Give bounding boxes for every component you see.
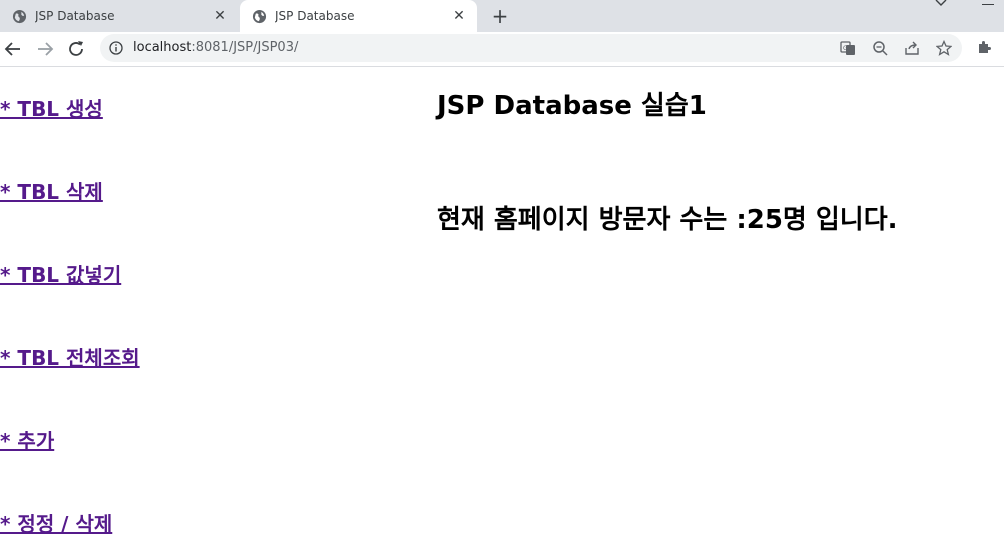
list-item: * 추가 [0,425,54,454]
list-item: * TBL 전체조회 [0,342,140,371]
menu-link-select-all[interactable]: * TBL 전체조회 [0,346,140,370]
minimize-icon[interactable] [982,4,994,5]
menu-link-create-table[interactable]: * TBL 생성 [0,97,103,121]
share-icon[interactable] [904,40,920,56]
list-item: * TBL 생성 [0,93,103,122]
menu-link-edit-delete[interactable]: * 정정 / 삭제 [0,512,112,536]
close-icon[interactable]: ✕ [212,8,228,24]
url-path: :8081/JSP/JSP03/ [191,40,299,55]
menu-link-add[interactable]: * 추가 [0,429,54,453]
tab-bar: JSP Database ✕ JSP Database ✕ + [0,0,1004,32]
page-content: * TBL 생성 * TBL 삭제 * TBL 값넣기 * TBL 전체조회 *… [0,67,1004,550]
url-text: localhost:8081/JSP/JSP03/ [133,40,298,55]
svg-text:G: G [843,45,848,52]
close-icon[interactable]: ✕ [451,8,467,24]
list-item: * TBL 값넣기 [0,259,121,288]
list-item: * TBL 삭제 [0,176,103,205]
globe-icon [12,9,27,23]
chevron-down-icon[interactable] [934,0,948,10]
tab-title: JSP Database [275,9,355,23]
extensions-puzzle-icon[interactable] [976,39,992,55]
forward-arrow-icon[interactable] [34,38,56,60]
visitor-count-text: 현재 홈페이지 방문자 수는 :25명 입니다. [437,205,898,235]
list-item: * 정정 / 삭제 [0,508,112,537]
menu-link-insert-values[interactable]: * TBL 값넣기 [0,263,121,287]
info-icon[interactable] [109,41,123,55]
tab-inactive[interactable]: JSP Database ✕ [0,0,238,32]
bookmark-star-icon[interactable] [936,40,952,56]
zoom-icon[interactable] [872,40,888,56]
browser-toolbar: localhost:8081/JSP/JSP03/ G [0,32,1004,67]
menu-link-delete-table[interactable]: * TBL 삭제 [0,180,103,204]
address-bar[interactable]: localhost:8081/JSP/JSP03/ G [100,34,962,62]
reload-icon[interactable] [65,38,87,60]
globe-icon [252,9,267,23]
page-title: JSP Database 실습1 [437,91,707,121]
url-host: localhost [133,40,192,55]
tab-title: JSP Database [35,9,115,23]
translate-icon[interactable]: G [840,40,856,56]
back-arrow-icon[interactable] [2,38,24,60]
tab-active[interactable]: JSP Database ✕ [240,0,477,32]
new-tab-button[interactable]: + [488,4,512,28]
